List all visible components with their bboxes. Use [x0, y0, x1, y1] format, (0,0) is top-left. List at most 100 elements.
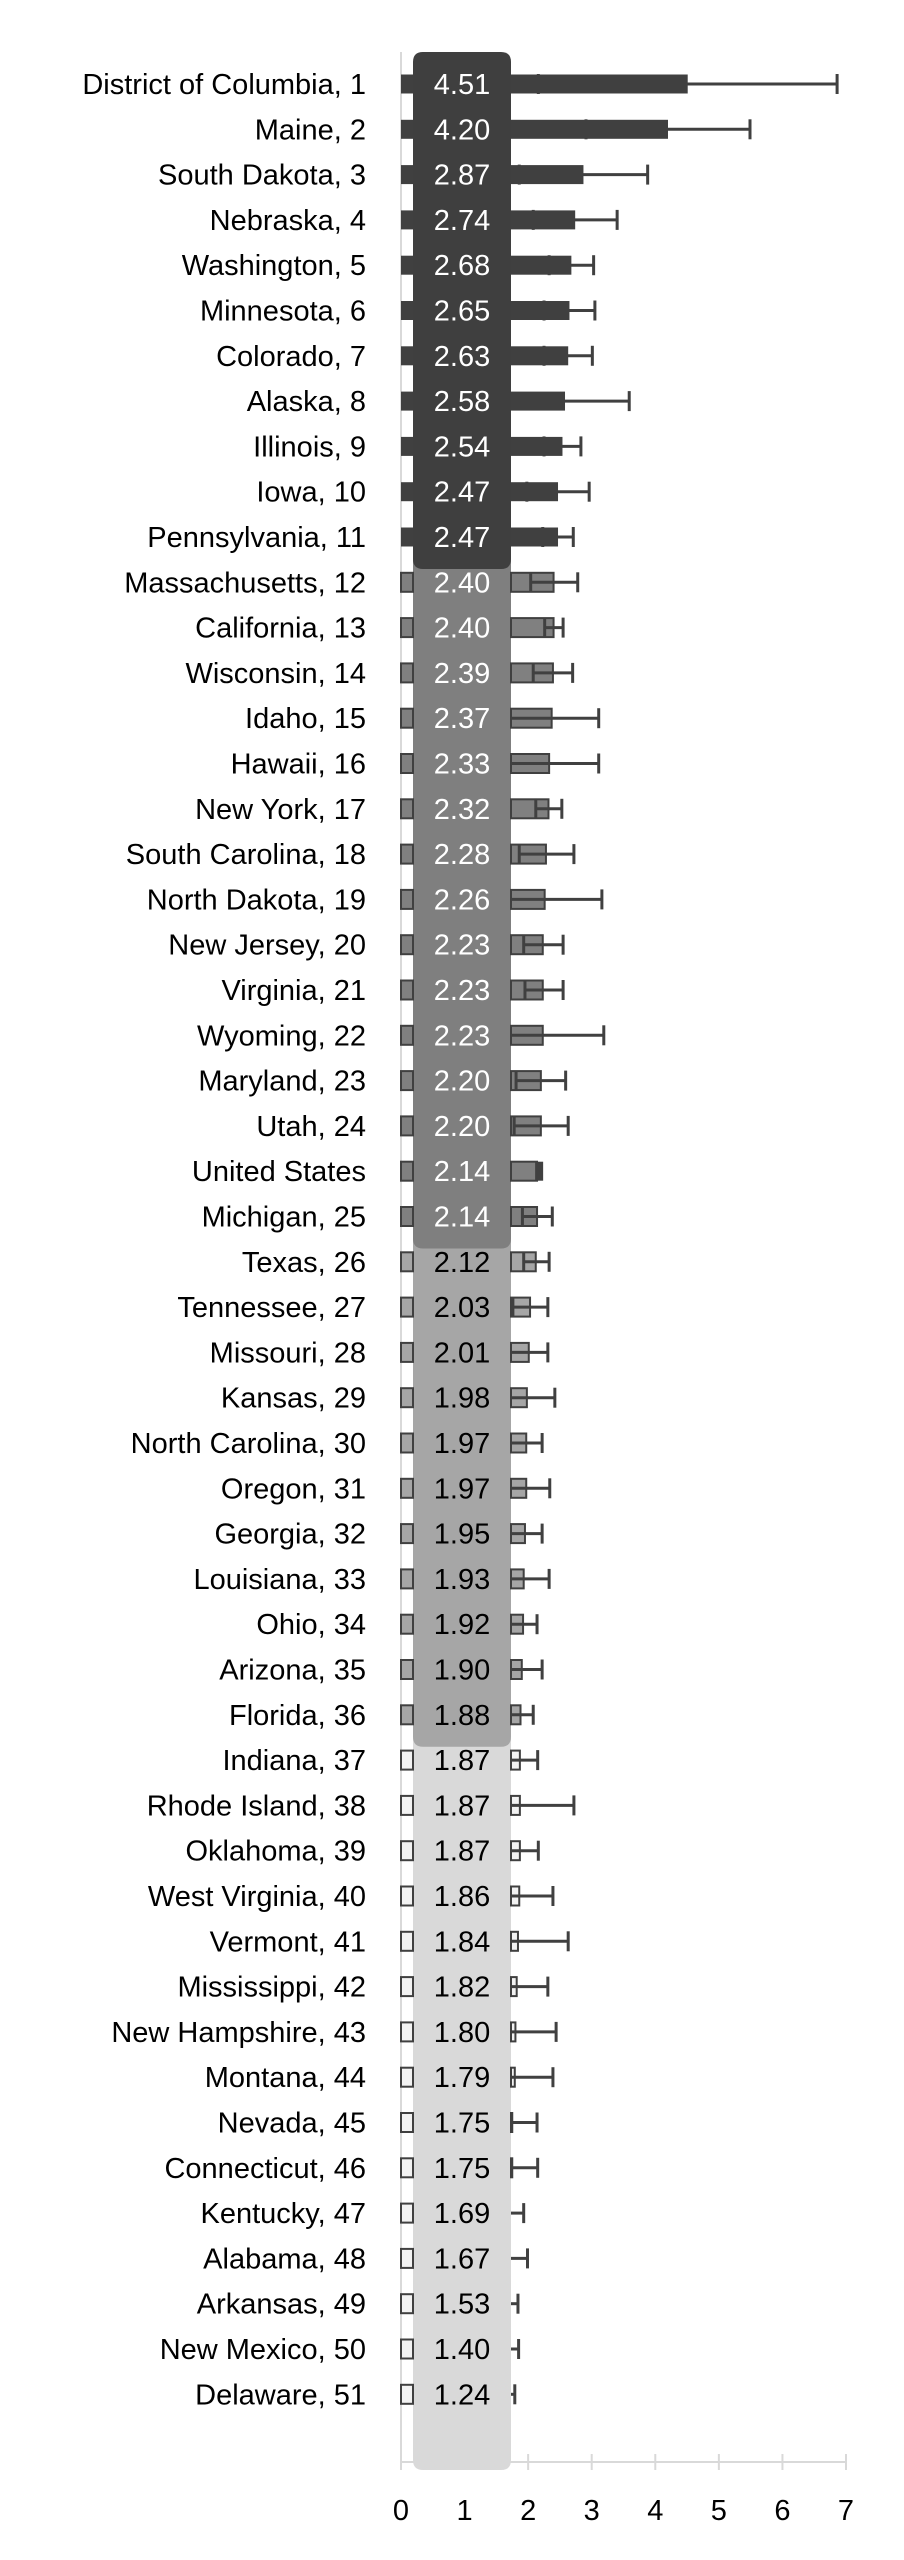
bar-left-segment: [400, 1070, 414, 1092]
bar-left-segment: [400, 2066, 414, 2088]
category-label: California, 13: [195, 613, 366, 645]
bar-left-segment: [400, 1749, 414, 1771]
bar-left-segment: [400, 2112, 414, 2133]
value-label: 1.93: [434, 1564, 490, 1596]
bar-left-segment: [400, 2247, 414, 2269]
category-label: Montana, 44: [205, 2062, 366, 2094]
value-label: 1.86: [434, 1881, 490, 1913]
bar-left-segment: [401, 391, 413, 411]
bar-left-segment: [401, 74, 413, 94]
x-tick-label: 7: [838, 2495, 854, 2527]
ranked-bar-chart: 0 1 2 3 4 5 6 7 4.51 District of Columbia, 1 4.20…: [82, 52, 854, 2527]
bar-left-segment: [401, 119, 413, 139]
bar-left-segment: [400, 2157, 414, 2179]
value-label: 2.32: [434, 794, 490, 826]
category-label: Colorado, 7: [216, 341, 366, 373]
category-label: Georgia, 32: [214, 1519, 366, 1551]
category-label: Florida, 36: [229, 1700, 366, 1732]
category-label: Wyoming, 22: [197, 1020, 366, 1052]
value-label: 2.63: [434, 341, 490, 373]
bar-left-segment: [400, 798, 414, 820]
bar-left-segment: [400, 1568, 414, 1590]
bar-left-segment: [401, 210, 413, 230]
bar-left-segment: [400, 753, 414, 774]
category-label: Missouri, 28: [210, 1337, 366, 1369]
value-label: 2.58: [434, 386, 490, 418]
value-label: 2.74: [434, 205, 490, 237]
x-tick-label: 3: [584, 2495, 600, 2527]
category-label: Iowa, 10: [256, 477, 366, 509]
category-label: Delaware, 51: [195, 2379, 366, 2411]
bar-left-segment: [401, 482, 413, 502]
value-label: 1.69: [434, 2198, 490, 2230]
category-label: Texas, 26: [242, 1247, 366, 1279]
value-label: 2.20: [434, 1111, 490, 1143]
x-tick-label: 4: [647, 2495, 663, 2527]
bar-left-segment: [400, 1387, 414, 1409]
bar-left-segment: [400, 888, 414, 910]
value-label: 1.75: [434, 2108, 490, 2140]
category-label: Hawaii, 16: [231, 749, 366, 781]
category-label: New Jersey, 20: [168, 930, 366, 962]
value-label: 2.28: [434, 839, 490, 871]
bar-left-segment: [400, 1885, 414, 1907]
bar-left-segment: [401, 346, 413, 366]
category-label: Connecticut, 46: [164, 2153, 366, 2185]
category-label: Maine, 2: [255, 114, 366, 146]
category-label: New York, 17: [195, 794, 366, 826]
bar-left-segment: [401, 436, 413, 456]
value-label: 1.40: [434, 2334, 490, 2366]
bar-left-segment: [401, 165, 413, 185]
value-label: 2.37: [434, 703, 490, 735]
category-label: Indiana, 37: [222, 1745, 366, 1777]
value-label: 2.65: [434, 296, 490, 328]
category-label: Louisiana, 33: [193, 1564, 366, 1596]
bar-left-segment: [400, 1251, 414, 1273]
category-label: Vermont, 41: [210, 1926, 366, 1958]
value-label: 1.87: [434, 1745, 490, 1777]
category-label: South Dakota, 3: [158, 160, 366, 192]
bar-left-segment: [400, 2202, 414, 2224]
bar-left-segment: [400, 1432, 414, 1454]
bar-left-segment: [400, 1115, 414, 1137]
category-label: Wisconsin, 14: [185, 658, 366, 690]
category-label: Ohio, 34: [256, 1609, 366, 1641]
value-label: 1.24: [434, 2379, 490, 2411]
value-label: 1.98: [434, 1383, 490, 1415]
value-label: 2.47: [434, 477, 490, 509]
bar-left-segment: [400, 662, 414, 684]
value-label: 2.40: [434, 567, 490, 599]
bar-left-segment: [400, 1659, 414, 1680]
bar-left-segment: [400, 1206, 414, 1227]
bar-left-segment: [400, 1477, 414, 1499]
bar-left-segment: [401, 255, 413, 275]
bar-left-segment: [400, 843, 414, 865]
value-label: 2.39: [434, 658, 490, 690]
bar-left-segment: [400, 1794, 414, 1816]
value-label: 2.33: [434, 749, 490, 781]
value-label: 1.84: [434, 1926, 490, 1958]
category-label: Mississippi, 42: [177, 1972, 366, 2004]
bar-left-segment: [400, 707, 414, 729]
value-label: 2.47: [434, 522, 490, 554]
category-label: Kansas, 29: [221, 1383, 366, 1415]
value-label: 1.87: [434, 1790, 490, 1822]
bar-left-segment: [400, 1930, 414, 1952]
value-label: 4.51: [434, 69, 490, 101]
bar-left-segment: [400, 1341, 414, 1363]
bar-left-segment: [400, 1613, 414, 1635]
bar-left-segment: [400, 2383, 414, 2405]
category-label: Virginia, 21: [221, 975, 366, 1007]
bar-left-segment: [400, 2293, 414, 2315]
value-label: 1.95: [434, 1519, 490, 1551]
value-label: 2.68: [434, 250, 490, 282]
bar-left-segment: [400, 979, 414, 1001]
category-label: Michigan, 25: [202, 1202, 366, 1234]
value-label: 1.53: [434, 2289, 490, 2321]
value-label: 2.23: [434, 975, 490, 1007]
value-label: 1.90: [434, 1655, 490, 1687]
value-label: 1.87: [434, 1836, 490, 1868]
bar-left-segment: [400, 617, 414, 639]
value-label: 1.67: [434, 2243, 490, 2275]
value-label: 2.14: [434, 1202, 490, 1234]
